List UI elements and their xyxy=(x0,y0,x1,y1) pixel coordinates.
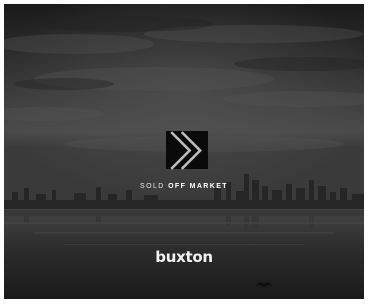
arrow-badge xyxy=(166,130,208,170)
sold-off-market-tagline: SOLD OFF MARKET xyxy=(4,182,364,191)
buxton-logo: buxton xyxy=(155,248,213,266)
city-skyline-photo: SOLD OFF MARKET buxton xyxy=(4,4,364,299)
tagline-sold: SOLD xyxy=(140,183,169,190)
tagline-off-market: OFF MARKET xyxy=(168,183,228,190)
